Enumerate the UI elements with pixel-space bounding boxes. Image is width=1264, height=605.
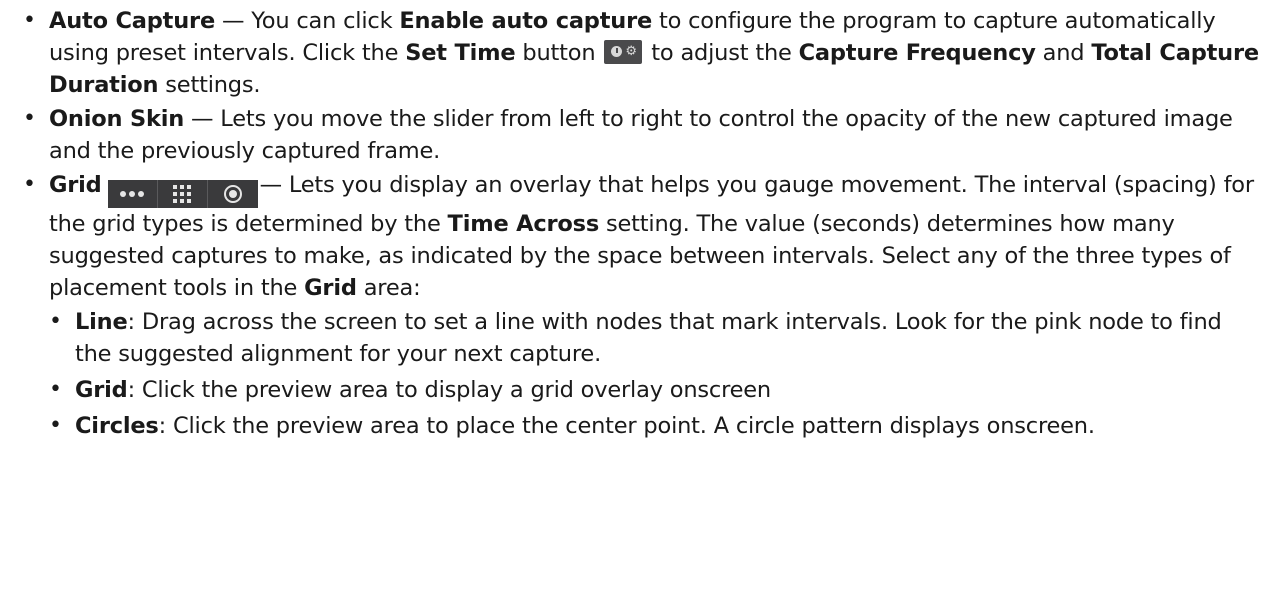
set-time-label: Set Time <box>405 40 516 66</box>
bullet: • <box>49 413 62 438</box>
grid-area-label: Grid <box>304 275 357 301</box>
feature-list: • Auto Capture — You can click Enable au… <box>23 5 1259 446</box>
bullet: • <box>49 309 62 334</box>
grid-type-icons <box>107 180 258 208</box>
onion-skin-text: — Lets you move the slider from left to … <box>49 106 1233 164</box>
auto-capture-text-3: button <box>515 40 603 66</box>
bullet: • <box>49 377 62 402</box>
capture-frequency-label: Capture Frequency <box>798 40 1036 66</box>
sub-item-grid: • Grid: Click the preview area to displa… <box>49 374 1259 406</box>
grid-sub-text: : Click the preview area to display a gr… <box>127 377 772 403</box>
grid-text-3: area: <box>356 275 421 301</box>
auto-capture-title: Auto Capture <box>49 8 216 34</box>
document-body: • Auto Capture — You can click Enable au… <box>0 0 1264 605</box>
list-item-grid: • Grid — Lets you display an overlay that… <box>23 169 1259 442</box>
grid-icon <box>157 180 208 208</box>
line-label: Line <box>75 309 128 335</box>
onion-skin-title: Onion Skin <box>49 106 185 132</box>
enable-auto-capture-label: Enable auto capture <box>399 8 653 34</box>
auto-capture-text-1: — You can click <box>215 8 400 34</box>
circles-text: : Click the preview area to place the ce… <box>158 413 1095 439</box>
grid-title: Grid <box>49 172 102 198</box>
sub-item-circles: • Circles: Click the preview area to pla… <box>49 410 1259 442</box>
auto-capture-text-6: settings. <box>158 72 261 98</box>
list-item-auto-capture: • Auto Capture — You can click Enable au… <box>23 5 1259 101</box>
sub-item-line: • Line: Drag across the screen to set a … <box>49 306 1259 370</box>
circles-label: Circles <box>75 413 159 439</box>
bullet: • <box>23 8 36 33</box>
time-across-label: Time Across <box>447 211 600 237</box>
auto-capture-text-4: to adjust the <box>644 40 799 66</box>
line-text: : Drag across the screen to set a line w… <box>75 309 1222 367</box>
circles-icon <box>207 180 258 208</box>
dots-icon <box>107 180 158 208</box>
bullet: • <box>23 172 36 197</box>
bullet: • <box>23 106 36 131</box>
auto-capture-text-5: and <box>1035 40 1092 66</box>
list-item-onion-skin: • Onion Skin — Lets you move the slider … <box>23 103 1259 167</box>
grid-sub-label: Grid <box>75 377 128 403</box>
set-time-icon: ⚙ <box>604 40 643 64</box>
grid-sub-list: • Line: Drag across the screen to set a … <box>49 306 1259 442</box>
